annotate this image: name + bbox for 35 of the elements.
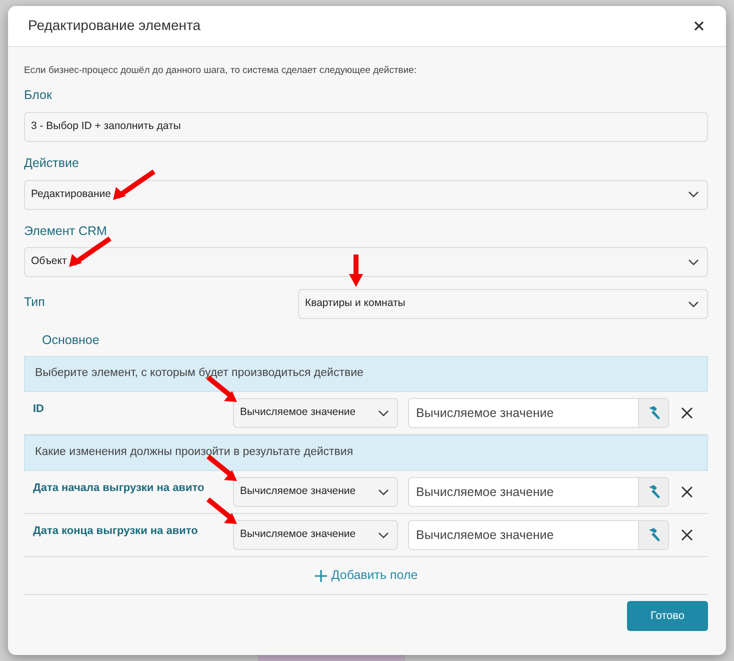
select-field[interactable]: Квартиры и комнаты — [298, 289, 708, 320]
select-field[interactable]: Вычисляемое значение — [233, 520, 398, 550]
caret-icon — [688, 300, 699, 308]
select-field[interactable]: Редактирование — [24, 180, 708, 210]
intro-text: Если бизнес-процесс дошёл до данного шага, то система сделает следующее действие: — [24, 64, 418, 78]
input-field[interactable]: 3 - Выбор ID + заполнить даты — [24, 112, 708, 142]
select-field[interactable]: Вычисляемое значение — [233, 477, 398, 507]
caret-icon — [378, 532, 389, 538]
field-label: Тип — [24, 294, 46, 312]
field-label: Дата начала выгрузки на авито — [33, 480, 206, 496]
caret-icon — [688, 191, 699, 198]
select-field[interactable]: Объект — [24, 247, 708, 278]
close-icon[interactable] — [680, 485, 694, 499]
close-icon[interactable] — [680, 406, 694, 420]
done-button[interactable]: Готово — [627, 601, 708, 631]
field-label: Элемент CRM — [24, 222, 108, 240]
section-title: Основное — [42, 332, 100, 350]
select-field[interactable]: Вычисляемое значение — [233, 398, 398, 428]
field-label: ID — [33, 402, 45, 417]
info-bar: Выберите элемент, с которым будет производиться действие — [24, 356, 708, 392]
add-field-link[interactable]: Добавить поле — [314, 566, 418, 585]
caret-icon — [688, 258, 699, 266]
input-field[interactable]: Вычисляемое значение — [408, 477, 669, 507]
caret-icon — [378, 488, 389, 496]
plus-icon — [314, 568, 328, 582]
info-bar: Какие изменения должны произойти в результате действия — [24, 435, 708, 471]
field-label: Блок — [24, 87, 53, 104]
caret-icon — [378, 410, 389, 416]
dialog-title: Редактирование элемента — [28, 16, 201, 36]
close-icon[interactable] — [680, 528, 694, 542]
input-field[interactable]: Вычисляемое значение — [408, 398, 669, 428]
field-label: Дата конца выгрузки на авито — [33, 524, 199, 539]
input-field[interactable]: Вычисляемое значение — [408, 520, 669, 550]
close-icon[interactable] — [692, 18, 706, 33]
field-label: Действие — [24, 154, 80, 172]
